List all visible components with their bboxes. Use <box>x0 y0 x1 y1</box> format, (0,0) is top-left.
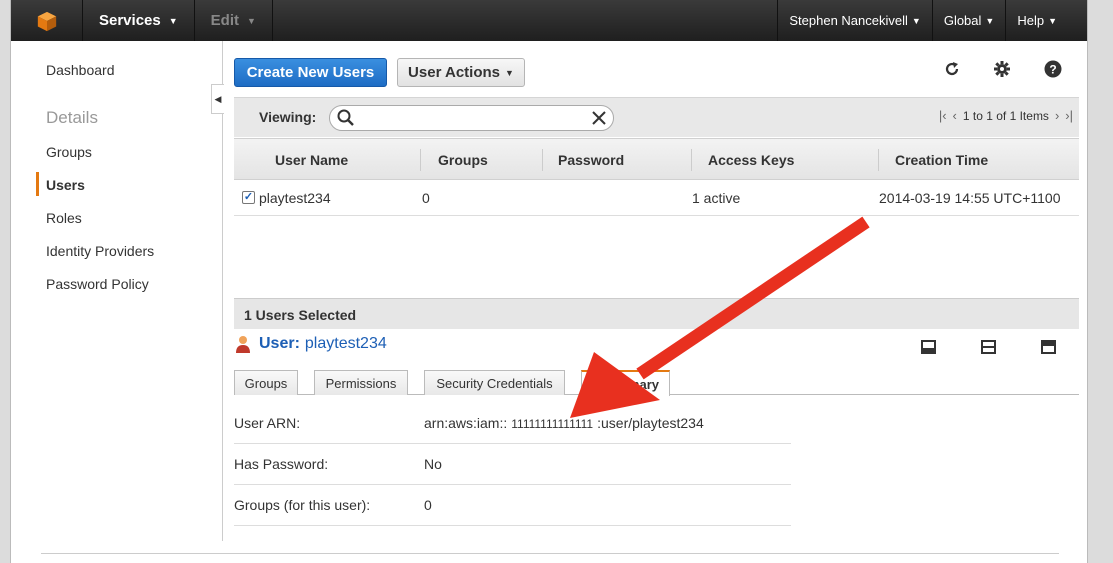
summary-row-has-password: Has Password: No <box>234 444 791 485</box>
edit-menu[interactable]: Edit ▼ <box>195 0 273 41</box>
sidebar-item-dashboard[interactable]: Dashboard <box>46 62 115 78</box>
filter-bar: Viewing: |‹ ‹ 1 to 1 of 1 Items › ›| <box>234 97 1079 137</box>
chevron-down-icon: ▼ <box>168 15 178 26</box>
viewing-label: Viewing: <box>259 109 317 125</box>
previous-page-icon[interactable]: ‹ <box>953 108 957 123</box>
svg-text:?: ? <box>1049 63 1056 77</box>
pager-text: 1 to 1 of 1 Items <box>962 108 1049 123</box>
sidebar-item-users[interactable]: Users <box>46 177 85 193</box>
tab-summary[interactable]: mmary <box>581 370 670 396</box>
has-password-label: Has Password: <box>234 456 329 472</box>
column-separator <box>420 149 421 171</box>
gear-icon[interactable] <box>991 58 1013 80</box>
pagination: |‹ ‹ 1 to 1 of 1 Items › ›| <box>939 108 1073 123</box>
groups-for-user-value: 0 <box>424 497 432 513</box>
user-label: User: <box>259 335 300 352</box>
services-menu[interactable]: Services ▼ <box>83 0 195 41</box>
account-menu[interactable]: Stephen Nancekivell ▼ <box>777 0 931 41</box>
selection-count: 1 Users Selected <box>244 307 357 323</box>
user-icon <box>236 336 250 353</box>
top-navigation-bar: Services ▼ Edit ▼ Stephen Nancekivell ▼ … <box>11 0 1087 41</box>
refresh-icon[interactable] <box>941 58 963 80</box>
arn-prefix: arn:aws:iam:: <box>424 415 508 431</box>
selected-user-title: User: playtest234 <box>235 335 387 353</box>
column-header-user-name[interactable]: User Name <box>275 152 348 168</box>
selection-bar: 1 Users Selected <box>234 298 1079 329</box>
sidebar: Dashboard Details Groups Users Roles Ide… <box>11 41 223 541</box>
collapse-sidebar-button[interactable]: ◀ <box>211 84 224 114</box>
help-menu[interactable]: Help ▼ <box>1005 0 1087 41</box>
arn-account-id: 11111111111111 <box>507 417 598 431</box>
edit-label: Edit <box>210 12 239 29</box>
arn-value: arn:aws:iam:: 11111111111111:user/playtes… <box>424 415 704 431</box>
chevron-down-icon: ▼ <box>247 15 256 26</box>
aws-logo[interactable] <box>11 0 83 41</box>
chevron-down-icon: ▼ <box>985 15 995 26</box>
summary-row-groups: Groups (for this user): 0 <box>234 485 791 526</box>
sidebar-heading-details: Details <box>46 108 98 127</box>
users-table-header: User Name Groups Password Access Keys Cr… <box>234 138 1079 180</box>
cell-access-keys: 1 active <box>692 190 741 206</box>
chevron-down-icon: ▼ <box>1048 15 1057 26</box>
region-label: Global <box>943 13 982 28</box>
footer-divider <box>41 553 1059 554</box>
user-actions-label: User Actions <box>408 64 501 81</box>
has-password-value: No <box>424 456 442 472</box>
cell-creation-time: 2014-03-19 14:55 UTC+1100 <box>879 190 1061 206</box>
chevron-down-icon: ▼ <box>505 67 514 78</box>
user-actions-button[interactable]: User Actions ▼ <box>397 58 525 87</box>
next-page-icon[interactable]: › <box>1055 108 1059 123</box>
column-separator <box>691 149 692 171</box>
column-separator <box>878 149 879 171</box>
arn-suffix: :user/playtest234 <box>597 415 704 431</box>
sidebar-item-roles[interactable]: Roles <box>46 210 82 226</box>
user-name: playtest234 <box>304 335 387 352</box>
summary-row-arn: User ARN: arn:aws:iam:: 11111111111111:us… <box>234 403 791 444</box>
column-header-password[interactable]: Password <box>558 152 624 168</box>
console-window: Services ▼ Edit ▼ Stephen Nancekivell ▼ … <box>10 0 1088 563</box>
help-icon[interactable]: ? <box>1042 58 1064 80</box>
last-page-icon[interactable]: ›| <box>1065 108 1073 123</box>
chevron-down-icon: ▼ <box>911 15 921 26</box>
sidebar-item-password-policy[interactable]: Password Policy <box>46 276 149 292</box>
sidebar-active-indicator <box>36 172 39 196</box>
sidebar-item-groups[interactable]: Groups <box>46 144 92 160</box>
create-new-users-button[interactable]: Create New Users <box>234 58 387 87</box>
cell-user-name: playtest234 <box>259 190 331 206</box>
layout-bottom-pane-icon[interactable] <box>921 340 936 354</box>
column-header-creation-time[interactable]: Creation Time <box>895 152 988 168</box>
first-page-icon[interactable]: |‹ <box>939 108 947 123</box>
column-separator <box>542 149 543 171</box>
arn-label: User ARN: <box>234 415 301 431</box>
chevron-left-icon: ◀ <box>214 93 222 104</box>
services-label: Services <box>99 12 161 29</box>
column-header-access-keys[interactable]: Access Keys <box>708 152 794 168</box>
tab-groups[interactable]: Groups <box>234 370 298 395</box>
account-name: Stephen Nancekivell <box>789 13 908 28</box>
tab-security-credentials[interactable]: Security Credentials <box>424 370 565 395</box>
table-row[interactable]: ✓ playtest234 0 1 active 2014-03-19 14:5… <box>234 180 1079 216</box>
sidebar-item-identity-providers[interactable]: Identity Providers <box>46 243 154 259</box>
tab-permissions[interactable]: Permissions <box>314 370 408 395</box>
row-checkbox[interactable]: ✓ <box>242 191 255 204</box>
groups-for-user-label: Groups (for this user): <box>234 497 371 513</box>
clear-search-icon[interactable] <box>592 111 606 125</box>
search-icon <box>337 109 354 126</box>
help-label: Help <box>1017 13 1045 28</box>
aws-cube-icon <box>37 11 56 31</box>
region-menu[interactable]: Global ▼ <box>931 0 1006 41</box>
layout-split-pane-icon[interactable] <box>981 340 996 354</box>
cell-groups: 0 <box>422 190 430 206</box>
column-header-groups[interactable]: Groups <box>438 152 488 168</box>
search-input[interactable] <box>329 105 614 131</box>
layout-top-pane-icon[interactable] <box>1041 340 1056 354</box>
